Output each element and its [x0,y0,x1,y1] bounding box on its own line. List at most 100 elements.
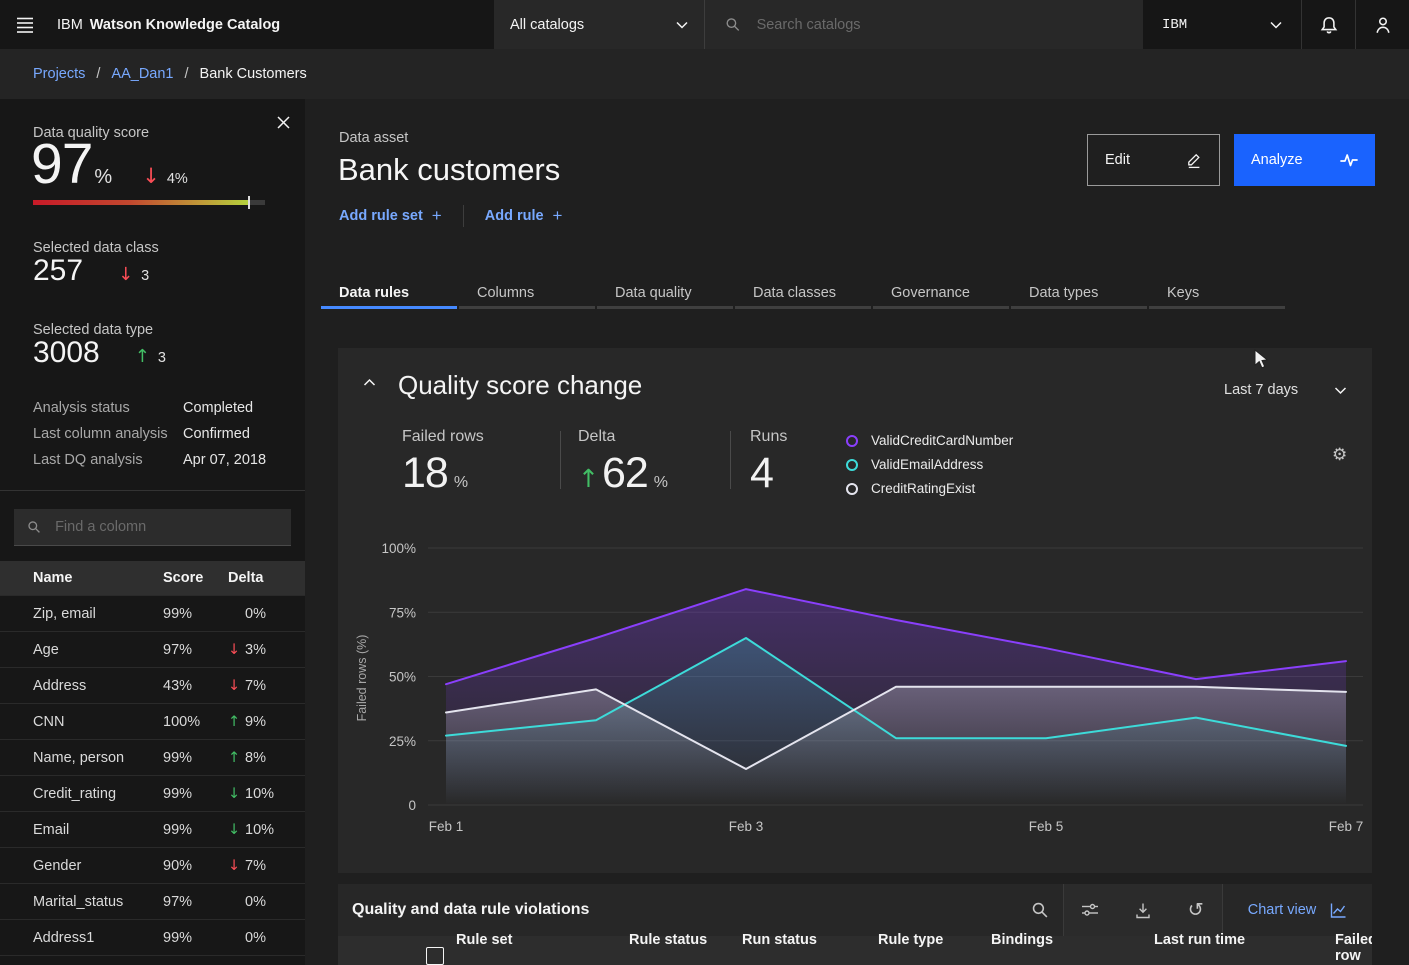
search-icon [27,519,41,535]
column-header-delta: Delta [228,570,305,586]
stat-label: Runs [750,428,787,446]
score-unit: % [94,166,112,189]
notifications-button[interactable] [1301,0,1356,49]
tab-data-types[interactable]: Data types [1011,280,1147,309]
line-chart-icon [1329,902,1347,919]
catalog-search [705,0,1143,49]
class-value-row: 257 ↓3 [33,254,149,288]
table-row[interactable]: Address199%0% [0,920,305,956]
quality-score-change-card: 100%75%50%25%0Feb 1Feb 3Feb 5Feb 7Failed… [338,348,1372,873]
tab-columns[interactable]: Columns [459,280,595,309]
type-delta-value: 3 [158,350,166,366]
column-delta: 0% [228,606,305,622]
account-selector[interactable]: IBM [1143,0,1301,49]
filter-sliders-icon [1081,902,1099,918]
column-header-score: Score [163,570,228,586]
legend-item-CreditRatingExist[interactable]: CreditRatingExist [846,481,1013,496]
time-range-label: Last 7 days [1224,382,1298,398]
column-table-body: Zip, email99%0%Age97%↓3%Address43%↓7%CNN… [0,596,305,965]
table-row[interactable]: Email99%↓10% [0,812,305,848]
column-name: Zip, email [33,606,163,622]
filter-button[interactable] [1064,884,1117,936]
catalog-selector[interactable]: All catalogs [494,0,705,49]
hamburger-menu-button[interactable] [0,0,49,49]
add-rule-set-link[interactable]: Add rule set+ [339,206,442,226]
find-column-input[interactable] [53,518,278,536]
table-row[interactable]: Credit_rating99%↓10% [0,776,305,812]
tab-keys[interactable]: Keys [1149,280,1285,309]
breadcrumb-item-projects[interactable]: Projects [33,66,85,82]
app-brand: IBM Watson Knowledge Catalog [57,0,280,49]
type-value-row: 3008 ↑3 [33,336,166,370]
table-row[interactable]: CNN100%↑9% [0,704,305,740]
violations-card: Quality and data rule violations ↺ Chart… [338,884,1372,965]
stat-label: Failed rows [402,428,484,446]
tab-data-classes[interactable]: Data classes [735,280,871,309]
add-rule-link[interactable]: Add rule+ [485,206,563,226]
breadcrumb-separator: / [96,66,100,82]
stat-label: Delta [578,428,668,446]
download-icon [1134,902,1152,919]
table-row[interactable]: Marital_status97%0% [0,884,305,920]
pencil-icon [1186,152,1202,169]
refresh-button[interactable]: ↺ [1169,884,1222,936]
down-arrow-icon: ↓ [228,858,245,874]
tab-data-quality[interactable]: Data quality [597,280,733,309]
chevron-up-icon [363,378,376,387]
chart-settings-button[interactable]: ⚙ [1332,447,1347,464]
tab-data-rules[interactable]: Data rules [321,280,457,309]
table-row[interactable]: Zip, email99%0% [0,596,305,632]
x-tick-label: Feb 7 [1329,819,1364,834]
meta-value: Apr 07, 2018 [183,452,266,468]
table-row[interactable]: Name, person99%↑8% [0,740,305,776]
class-delta-value: 3 [141,268,149,284]
analyze-button[interactable]: Analyze [1234,134,1375,186]
breadcrumb-item-aa-dan1[interactable]: AA_Dan1 [111,66,173,82]
column-score: 99% [163,822,228,838]
stat-value: 18 [402,449,448,498]
find-column-search [14,509,291,546]
chart-view-button[interactable]: Chart view [1223,884,1372,936]
column-delta: ↓3% [228,642,305,658]
table-row[interactable]: Gender90%↓7% [0,848,305,884]
catalog-selector-label: All catalogs [510,17,584,33]
score-delta: ↓ 4% [142,166,188,187]
table-row[interactable]: Age97%↓3% [0,632,305,668]
tab-governance[interactable]: Governance [873,280,1009,309]
time-range-selector[interactable]: Last 7 days [1224,382,1347,398]
violations-toolbar-group: ↺ [1063,884,1223,936]
top-bar: IBM Watson Knowledge Catalog All catalog… [0,0,1409,49]
chart-card-title: Quality score change [398,370,642,401]
breadcrumb-separator: / [185,66,189,82]
sidebar-close-button[interactable] [277,116,290,129]
legend-item-ValidEmailAddress[interactable]: ValidEmailAddress [846,457,1013,472]
column-score: 99% [163,606,228,622]
plus-icon: + [553,206,563,226]
failed-rows-stat: Failed rows 18% [402,428,484,498]
edit-button-label: Edit [1105,152,1130,168]
meta-label: Analysis status [33,400,183,416]
column-delta: 0% [228,894,305,910]
edit-button[interactable]: Edit [1087,134,1220,186]
plus-icon: + [432,206,442,226]
legend-label: ValidCreditCardNumber [871,433,1013,448]
asset-type-label: Data asset [339,130,408,146]
user-profile-button[interactable] [1355,0,1409,49]
select-all-checkbox[interactable] [426,947,444,965]
collapse-card-button[interactable] [363,378,376,387]
download-button[interactable] [1117,884,1170,936]
column-table-header: NameScoreDelta [0,561,305,596]
search-input[interactable] [755,16,1123,34]
column-score-table: NameScoreDelta Zip, email99%0%Age97%↓3%A… [0,561,305,965]
violations-search-button[interactable] [1017,884,1063,936]
table-row[interactable]: Address43%↓7% [0,668,305,704]
type-value: 3008 [33,336,100,370]
top-bar-middle: All catalogs [494,0,1143,49]
meta-value: Completed [183,400,266,416]
analyze-button-label: Analyze [1251,152,1303,168]
refresh-icon: ↺ [1188,901,1204,920]
column-name: CNN [33,714,163,730]
down-arrow-icon: ↓ [228,786,245,802]
down-arrow-icon: ↓ [228,642,245,658]
legend-item-ValidCreditCardNumber[interactable]: ValidCreditCardNumber [846,433,1013,448]
